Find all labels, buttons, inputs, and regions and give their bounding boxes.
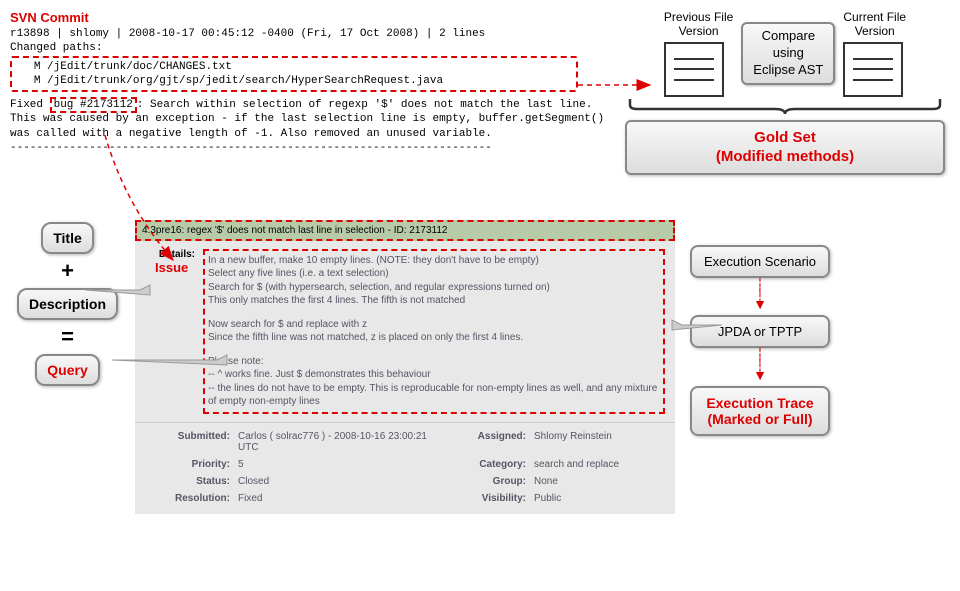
issue-meta: Submitted:Carlos ( solrac776 ) - 2008-10… bbox=[135, 422, 675, 514]
compare-section: Previous File Version Compare using Ecli… bbox=[625, 10, 945, 175]
prev-file-label: Previous File Version bbox=[664, 10, 733, 39]
svn-message: Fixed bug #2173112: Search within select… bbox=[10, 98, 605, 141]
svn-commit-label: SVN Commit bbox=[10, 10, 605, 25]
equals-symbol: = bbox=[10, 324, 125, 350]
curr-file-label: Current File Version bbox=[843, 10, 906, 39]
plus-symbol: + bbox=[10, 258, 125, 284]
svn-path-0: M /jEdit/trunk/doc/CHANGES.txt bbox=[14, 60, 574, 74]
curr-file-icon bbox=[843, 42, 903, 97]
svn-path-1: M /jEdit/trunk/org/gjt/sp/jedit/search/H… bbox=[14, 74, 574, 88]
issue-label: Issue bbox=[155, 260, 188, 275]
svn-paths-box: M /jEdit/trunk/doc/CHANGES.txt M /jEdit/… bbox=[10, 56, 578, 93]
description-label: Description bbox=[17, 288, 118, 320]
exec-trace-box: Execution Trace (Marked or Full) bbox=[690, 386, 830, 436]
arrow-down-1-icon: ┆┆▼ bbox=[690, 281, 830, 310]
compare-box: Compare using Eclipse AST bbox=[741, 22, 835, 85]
query-label: Query bbox=[35, 354, 99, 386]
arrow-down-2-icon: ┆┆▼ bbox=[690, 351, 830, 380]
prev-file-icon bbox=[664, 42, 724, 97]
issue-panel: 4.3pre16: regex '$' does not match last … bbox=[135, 220, 675, 514]
svn-changed-paths-label: Changed paths: bbox=[10, 41, 605, 55]
right-flow: Execution Scenario ┆┆▼ JPDA or TPTP ┆┆▼ … bbox=[690, 220, 830, 439]
exec-scenario-box: Execution Scenario bbox=[690, 245, 830, 278]
issue-title: 4.3pre16: regex '$' does not match last … bbox=[135, 220, 675, 241]
title-label: Title bbox=[41, 222, 94, 254]
jpda-box: JPDA or TPTP bbox=[690, 315, 830, 348]
svn-dashline: ----------------------------------------… bbox=[10, 141, 605, 155]
bracket-icon bbox=[625, 97, 945, 115]
left-labels: Title + Description = Query bbox=[10, 220, 125, 388]
svn-bug-ref: bug #2173112 bbox=[50, 97, 137, 113]
svn-commit-block: SVN Commit r13898 | shlomy | 2008-10-17 … bbox=[10, 10, 605, 155]
gold-set-box: Gold Set (Modified methods) bbox=[625, 120, 945, 175]
svn-header-line: r13898 | shlomy | 2008-10-17 00:45:12 -0… bbox=[10, 27, 605, 41]
issue-details-body: In a new buffer, make 10 empty lines. (N… bbox=[203, 249, 665, 414]
